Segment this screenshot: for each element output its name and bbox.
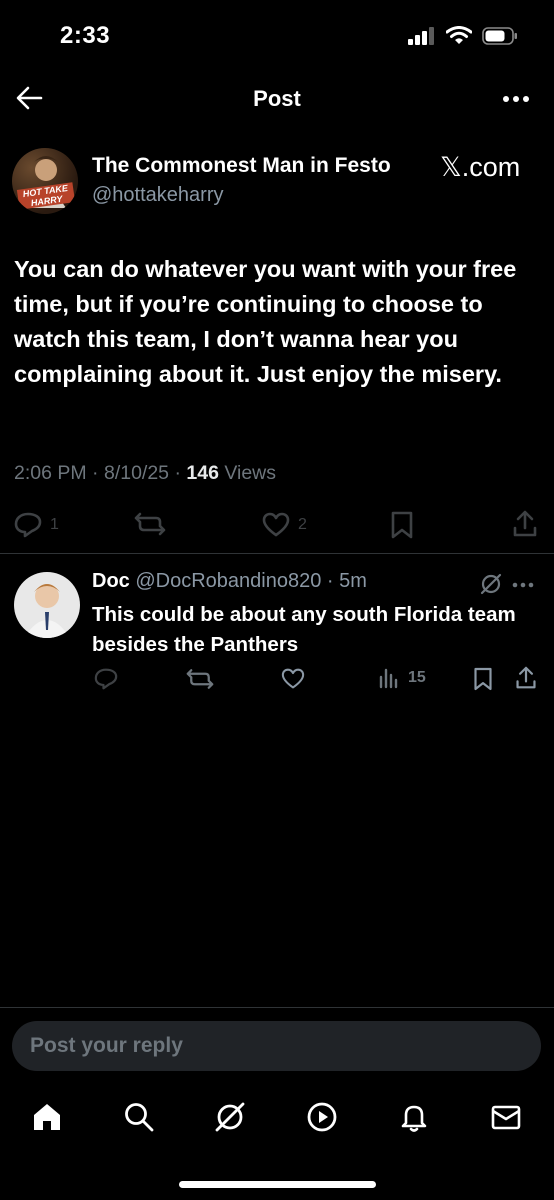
repost-action[interactable]	[134, 512, 166, 536]
repost-icon	[186, 668, 214, 690]
bookmark-icon	[473, 667, 493, 691]
status-time: 2:33	[60, 22, 111, 49]
reply-repost-action[interactable]	[186, 668, 214, 690]
reply-views-action[interactable]: 15	[378, 667, 426, 689]
share-action[interactable]	[512, 510, 538, 538]
divider	[0, 1007, 554, 1008]
repost-icon	[134, 512, 166, 536]
status-icons	[408, 26, 518, 45]
reply-author-name[interactable]: Doc	[92, 570, 130, 592]
heart-icon	[281, 668, 305, 690]
page-title: Post	[253, 86, 301, 111]
bookmark-icon	[390, 511, 414, 539]
reply-age: 5m	[339, 570, 367, 592]
share-icon	[512, 510, 538, 538]
reply-icon	[94, 668, 118, 690]
notifications-icon[interactable]	[398, 1101, 430, 1133]
source-label: 𝕏.com	[440, 152, 521, 182]
more-options-icon[interactable]	[502, 95, 530, 103]
video-icon[interactable]	[306, 1101, 338, 1133]
grok-icon[interactable]	[480, 573, 502, 595]
views-label: Views	[224, 462, 277, 484]
reply-view-count: 15	[408, 669, 426, 686]
battery-icon	[482, 26, 518, 45]
author-avatar[interactable]: HOT TAKE HARRY	[12, 148, 78, 214]
reply-icon	[14, 512, 42, 538]
search-icon[interactable]	[123, 1101, 155, 1133]
reply-header: Doc @DocRobandino820 · 5m	[92, 570, 367, 592]
reply-action[interactable]: 1	[14, 512, 59, 538]
reply-text: This could be about any south Florida te…	[92, 603, 516, 656]
reply-author-handle[interactable]: @DocRobandino820	[135, 570, 321, 592]
author-name[interactable]: The Commonest Man in Festo	[92, 154, 391, 178]
messages-icon[interactable]	[490, 1101, 522, 1133]
post-meta: 2:06 PM · 8/10/25 · 146 Views	[14, 462, 277, 484]
share-icon	[515, 666, 537, 690]
home-icon[interactable]	[31, 1101, 63, 1133]
post-time: 2:06 PM	[14, 462, 87, 484]
reply-reply-action[interactable]	[94, 668, 118, 690]
grok-nav-icon[interactable]	[214, 1101, 246, 1133]
home-indicator	[179, 1181, 376, 1188]
reply-author-avatar[interactable]	[14, 572, 80, 638]
view-count: 146	[186, 462, 219, 484]
author-handle[interactable]: @hottakeharry	[92, 184, 223, 207]
reply-bookmark-action[interactable]	[473, 667, 493, 691]
like-action[interactable]: 2	[262, 512, 307, 538]
signal-icon	[408, 26, 436, 45]
wifi-icon	[446, 26, 472, 45]
reply-count: 1	[50, 516, 59, 533]
divider	[0, 553, 554, 554]
bookmark-action[interactable]	[390, 511, 414, 539]
heart-icon	[262, 512, 290, 538]
reply-input-placeholder: Post your reply	[30, 1034, 183, 1057]
views-icon	[378, 667, 400, 689]
like-count: 2	[298, 516, 307, 533]
reply-like-action[interactable]	[281, 668, 305, 690]
post-text: You can do whatever you want with your f…	[14, 256, 517, 387]
reply-share-action[interactable]	[515, 666, 537, 690]
post-date: 8/10/25	[103, 462, 170, 484]
reply-more-icon[interactable]	[512, 582, 534, 588]
